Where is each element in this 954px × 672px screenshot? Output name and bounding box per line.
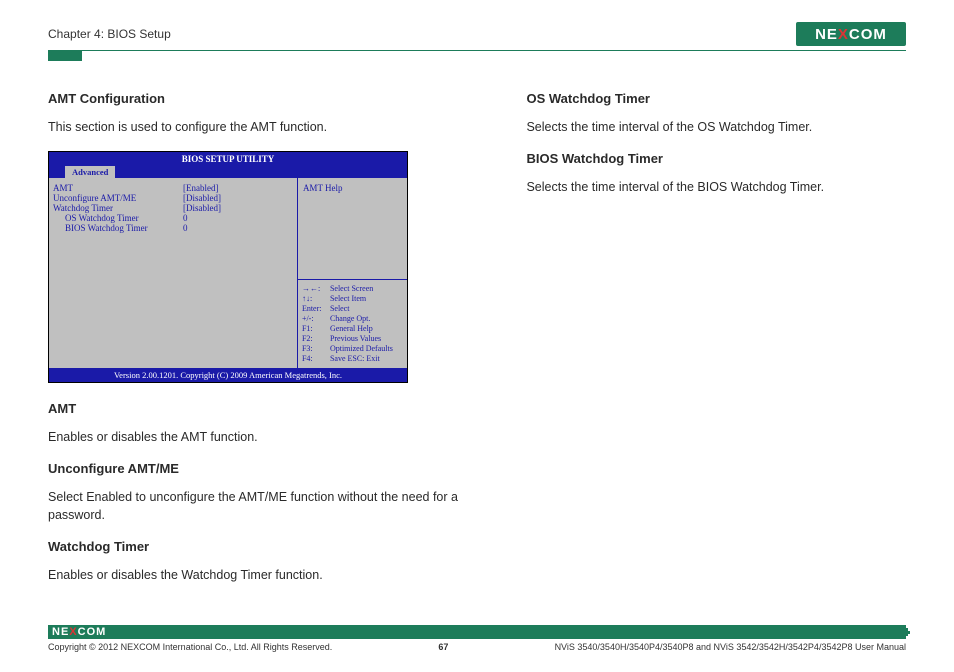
bios-key-desc: Select <box>330 304 350 313</box>
bios-version-footer: Version 2.00.1201. Copyright (C) 2009 Am… <box>49 368 407 382</box>
bios-row-label: Unconfigure AMT/ME <box>53 193 183 203</box>
bios-row-label: Watchdog Timer <box>53 203 183 213</box>
bios-row-label: BIOS Watchdog Timer <box>53 223 183 233</box>
bios-help-pane: AMT Help <box>298 178 407 280</box>
bios-key-desc: General Help <box>330 324 373 333</box>
bios-key-desc: Previous Values <box>330 334 381 343</box>
bios-key: F2: <box>302 334 330 344</box>
section-os-watchdog-text: Selects the time interval of the OS Watc… <box>526 118 906 137</box>
bios-key: Enter: <box>302 304 330 314</box>
brand-part-b: COM <box>78 626 107 638</box>
bios-title-bar: BIOS SETUP UTILITY <box>49 152 407 166</box>
bios-key-desc: Select Screen <box>330 284 373 293</box>
bios-key: →←: <box>302 284 330 294</box>
bios-key-desc: Optimized Defaults <box>330 344 393 353</box>
bios-key: +/-: <box>302 314 330 324</box>
brand-part-a: NE <box>52 626 69 638</box>
bios-key-desc: Save ESC: Exit <box>330 354 380 363</box>
footer-bar: NEXCOM <box>48 625 906 639</box>
bios-key: ↑↓: <box>302 294 330 304</box>
header-accent-block <box>48 51 82 61</box>
section-os-watchdog-heading: OS Watchdog Timer <box>526 91 906 106</box>
brand-part-x: X <box>69 626 77 638</box>
footer-logo: NEXCOM <box>52 626 106 638</box>
section-watchdog-text: Enables or disables the Watchdog Timer f… <box>48 566 466 585</box>
section-unconfigure-text: Select Enabled to unconfigure the AMT/ME… <box>48 488 466 526</box>
section-unconfigure-heading: Unconfigure AMT/ME <box>48 461 466 476</box>
bios-row-value: 0 <box>183 223 188 233</box>
bios-row-label: AMT <box>53 183 183 193</box>
chapter-title: Chapter 4: BIOS Setup <box>48 27 171 41</box>
brand-part-a: NE <box>815 26 838 43</box>
brand-part-b: COM <box>849 26 887 43</box>
bios-row-value: 0 <box>183 213 188 223</box>
bios-row-value: [Disabled] <box>183 203 221 213</box>
bios-key: F3: <box>302 344 330 354</box>
footer-plus-icon <box>902 628 910 636</box>
bios-panel: BIOS SETUP UTILITY Advanced AMT[Enabled]… <box>48 151 408 383</box>
section-amt-config-heading: AMT Configuration <box>48 91 466 106</box>
footer-manual-title: NViS 3540/3540H/3540P4/3540P8 and NViS 3… <box>555 642 906 652</box>
bios-tab-advanced: Advanced <box>65 166 115 178</box>
brand-logo: NEXCOM <box>796 22 906 46</box>
footer-copyright: Copyright © 2012 NEXCOM International Co… <box>48 642 332 652</box>
section-amt-heading: AMT <box>48 401 466 416</box>
section-amt-config-text: This section is used to configure the AM… <box>48 118 466 137</box>
bios-key-legend: →←:Select Screen ↑↓:Select Item Enter:Se… <box>298 280 407 368</box>
bios-settings-pane: AMT[Enabled] Unconfigure AMT/ME[Disabled… <box>49 178 298 368</box>
section-bios-watchdog-text: Selects the time interval of the BIOS Wa… <box>526 178 906 197</box>
section-bios-watchdog-heading: BIOS Watchdog Timer <box>526 151 906 166</box>
bios-tab-blank <box>51 166 65 178</box>
bios-key-desc: Select Item <box>330 294 366 303</box>
bios-tab-row: Advanced <box>49 166 407 178</box>
bios-row-label: OS Watchdog Timer <box>53 213 183 223</box>
bios-row-value: [Disabled] <box>183 193 221 203</box>
bios-key: F1: <box>302 324 330 334</box>
bios-key-desc: Change Opt. <box>330 314 370 323</box>
bios-key: F4: <box>302 354 330 364</box>
section-watchdog-heading: Watchdog Timer <box>48 539 466 554</box>
brand-part-x: X <box>838 26 849 43</box>
footer-page-number: 67 <box>438 642 448 652</box>
section-amt-text: Enables or disables the AMT function. <box>48 428 466 447</box>
bios-row-value: [Enabled] <box>183 183 218 193</box>
